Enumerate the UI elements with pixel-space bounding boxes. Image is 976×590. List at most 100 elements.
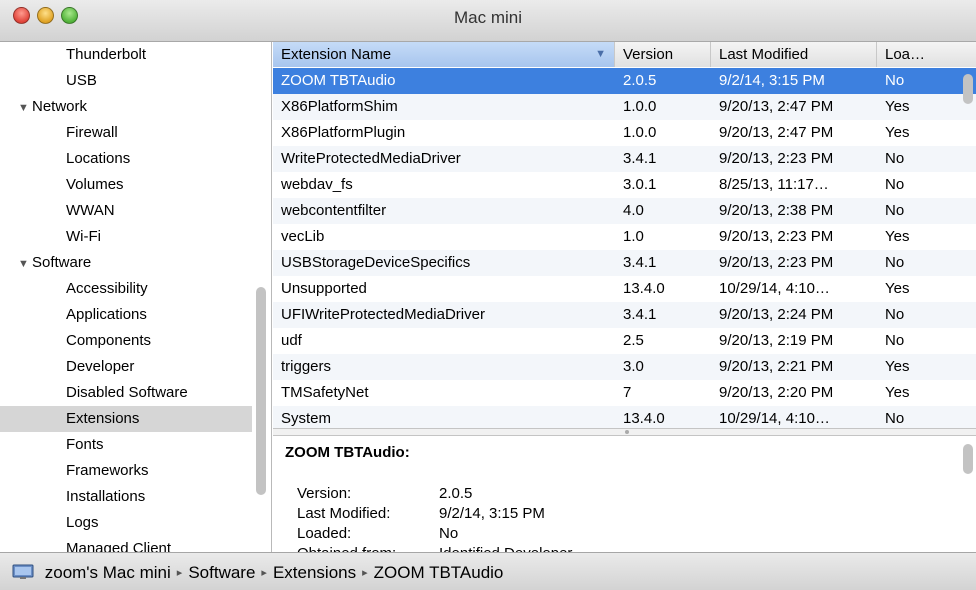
cell-extension-name: Unsupported bbox=[281, 280, 367, 297]
cell-extension-name: System bbox=[281, 410, 332, 427]
disclosure-triangle-icon[interactable]: ▼ bbox=[18, 95, 32, 121]
sidebar-item-label: Applications bbox=[66, 306, 147, 323]
sidebar-item-fonts[interactable]: Fonts bbox=[0, 432, 252, 458]
title-bar[interactable]: Mac mini bbox=[0, 0, 976, 42]
sidebar-item-label: Logs bbox=[66, 514, 99, 531]
sidebar-item-usb[interactable]: USB bbox=[0, 68, 252, 94]
cell-loaded: Yes bbox=[885, 124, 910, 141]
cell-version: 1.0.0 bbox=[623, 124, 657, 141]
cell-last-modified: 9/20/13, 2:38 PM bbox=[719, 202, 834, 219]
detail-field-value: Identified Developer bbox=[439, 545, 572, 552]
cell-extension-name: X86PlatformPlugin bbox=[281, 124, 406, 141]
sidebar-item-label: USB bbox=[66, 72, 97, 89]
table-row[interactable]: WriteProtectedMediaDriver 3.4.1 9/20/13, 2… bbox=[273, 146, 976, 172]
sidebar-scrollbar[interactable] bbox=[256, 287, 266, 495]
cell-last-modified: 9/20/13, 2:23 PM bbox=[719, 228, 834, 245]
table-row[interactable]: TMSafetyNet 7 9/20/13, 2:20 PM Yes bbox=[273, 380, 976, 406]
cell-version: 3.4.1 bbox=[623, 254, 657, 271]
sidebar-item-frameworks[interactable]: Frameworks bbox=[0, 458, 252, 484]
sidebar-item-wwan[interactable]: WWAN bbox=[0, 198, 252, 224]
sidebar-item-extensions[interactable]: Extensions bbox=[0, 406, 252, 432]
cell-version: 7 bbox=[623, 384, 632, 401]
column-header-version[interactable]: Version bbox=[615, 42, 711, 67]
table-row[interactable]: Unsupported 13.4.0 10/29/14, 4:10… Yes bbox=[273, 276, 976, 302]
cell-last-modified: 9/20/13, 2:21 PM bbox=[719, 358, 834, 375]
cell-extension-name: vecLib bbox=[281, 228, 325, 245]
sidebar-item-label: Thunderbolt bbox=[66, 46, 147, 63]
cell-last-modified: 9/20/13, 2:47 PM bbox=[719, 124, 834, 141]
cell-version: 4.0 bbox=[623, 202, 644, 219]
sidebar-item-locations[interactable]: Locations bbox=[0, 146, 252, 172]
detail-scrollbar[interactable] bbox=[963, 444, 973, 474]
table-row[interactable]: ZOOM TBTAudio 2.0.5 9/2/14, 3:15 PM No bbox=[273, 68, 976, 94]
cell-last-modified: 9/20/13, 2:24 PM bbox=[719, 306, 834, 323]
cell-loaded: Yes bbox=[885, 98, 910, 115]
cell-last-modified: 8/25/13, 11:17… bbox=[719, 176, 829, 193]
cell-version: 3.0 bbox=[623, 358, 644, 375]
sidebar-item-installations[interactable]: Installations bbox=[0, 484, 252, 510]
sidebar-item-applications[interactable]: Applications bbox=[0, 302, 252, 328]
sidebar-item-software[interactable]: ▼ Software bbox=[0, 250, 252, 276]
table-row[interactable]: webdav_fs 3.0.1 8/25/13, 11:17… No bbox=[273, 172, 976, 198]
sidebar-item-label: Installations bbox=[66, 488, 146, 505]
cell-extension-name: webdav_fs bbox=[281, 176, 353, 193]
cell-last-modified: 9/20/13, 2:23 PM bbox=[719, 254, 834, 271]
breadcrumb: zoom's Mac mini ▸ Software ▸ Extensions ▸ ZOOM… bbox=[12, 562, 503, 584]
table-scrollbar[interactable] bbox=[963, 74, 973, 104]
detail-field-key: Loaded: bbox=[297, 525, 352, 542]
cell-loaded: No bbox=[885, 176, 905, 193]
cell-version: 3.0.1 bbox=[623, 176, 657, 193]
sidebar-item-volumes[interactable]: Volumes bbox=[0, 172, 252, 198]
sidebar-item-network[interactable]: ▼ Network bbox=[0, 94, 252, 120]
sidebar-item-disabled-software[interactable]: Disabled Software bbox=[0, 380, 252, 406]
breadcrumb-item[interactable]: Extensions bbox=[273, 563, 356, 582]
cell-version: 3.4.1 bbox=[623, 306, 657, 323]
table-row[interactable]: udf 2.5 9/20/13, 2:19 PM No bbox=[273, 328, 976, 354]
breadcrumb-item[interactable]: ZOOM TBTAudio bbox=[374, 563, 504, 582]
cell-last-modified: 9/20/13, 2:20 PM bbox=[719, 384, 834, 401]
sidebar-item-label: Disabled Software bbox=[66, 384, 188, 401]
column-header-extension-name[interactable]: Extension Name ▼ bbox=[273, 42, 615, 67]
breadcrumb-item[interactable]: Software bbox=[188, 563, 255, 582]
sidebar-item-wi-fi[interactable]: Wi-Fi bbox=[0, 224, 252, 250]
cell-extension-name: triggers bbox=[281, 358, 332, 375]
sidebar-item-thunderbolt[interactable]: Thunderbolt bbox=[0, 42, 252, 68]
cell-version: 13.4.0 bbox=[623, 410, 665, 427]
cell-loaded: No bbox=[885, 332, 905, 349]
pane-splitter[interactable] bbox=[273, 428, 976, 436]
table-row[interactable]: UFIWriteProtectedMediaDriver 3.4.1 9/20/13… bbox=[273, 302, 976, 328]
cell-loaded: Yes bbox=[885, 280, 910, 297]
sort-descending-icon: ▼ bbox=[595, 48, 606, 60]
breadcrumb-item[interactable]: zoom's Mac mini bbox=[45, 563, 171, 582]
table-row[interactable]: webcontentfilter 4.0 9/20/13, 2:38 PM No bbox=[273, 198, 976, 224]
table-row[interactable]: triggers 3.0 9/20/13, 2:21 PM Yes bbox=[273, 354, 976, 380]
sidebar-item-label: Extensions bbox=[66, 410, 140, 427]
table-row[interactable]: X86PlatformPlugin 1.0.0 9/20/13, 2:47 PM Ye… bbox=[273, 120, 976, 146]
sidebar-item-logs[interactable]: Logs bbox=[0, 510, 252, 536]
breadcrumb-separator-icon: ▸ bbox=[176, 567, 183, 579]
sidebar-item-label: Frameworks bbox=[66, 462, 149, 479]
cell-loaded: Yes bbox=[885, 384, 910, 401]
sidebar-item-developer[interactable]: Developer bbox=[0, 354, 252, 380]
cell-extension-name: USBStorageDeviceSpecifics bbox=[281, 254, 471, 271]
breadcrumb-separator-icon: ▸ bbox=[362, 567, 368, 579]
table-row[interactable]: System 13.4.0 10/29/14, 4:10… No bbox=[273, 406, 976, 428]
sidebar-item-label: Fonts bbox=[66, 436, 104, 453]
sidebar-item-firewall[interactable]: Firewall bbox=[0, 120, 252, 146]
table-row[interactable]: X86PlatformShim 1.0.0 9/20/13, 2:47 PM Yes bbox=[273, 94, 976, 120]
cell-loaded: No bbox=[885, 254, 905, 271]
detail-field-key: Obtained from: bbox=[297, 544, 439, 552]
disclosure-triangle-icon[interactable]: ▼ bbox=[18, 251, 32, 277]
table-row[interactable]: USBStorageDeviceSpecifics 3.4.1 9/20/13, 2… bbox=[273, 250, 976, 276]
table-row[interactable]: vecLib 1.0 9/20/13, 2:23 PM Yes bbox=[273, 224, 976, 250]
mac-mini-icon bbox=[12, 564, 34, 579]
cell-extension-name: UFIWriteProtectedMediaDriver bbox=[281, 306, 485, 323]
column-header-loaded[interactable]: Loa… bbox=[877, 42, 976, 67]
sidebar-item-accessibility[interactable]: Accessibility bbox=[0, 276, 252, 302]
cell-last-modified: 10/29/14, 4:10… bbox=[719, 410, 830, 427]
sidebar-item-components[interactable]: Components bbox=[0, 328, 252, 354]
sidebar-item-managed-client[interactable]: Managed Client bbox=[0, 536, 252, 552]
cell-extension-name: ZOOM TBTAudio bbox=[281, 72, 396, 89]
path-bar: zoom's Mac mini ▸ Software ▸ Extensions ▸ ZOOM… bbox=[0, 552, 976, 590]
column-header-last-modified[interactable]: Last Modified bbox=[711, 42, 877, 67]
